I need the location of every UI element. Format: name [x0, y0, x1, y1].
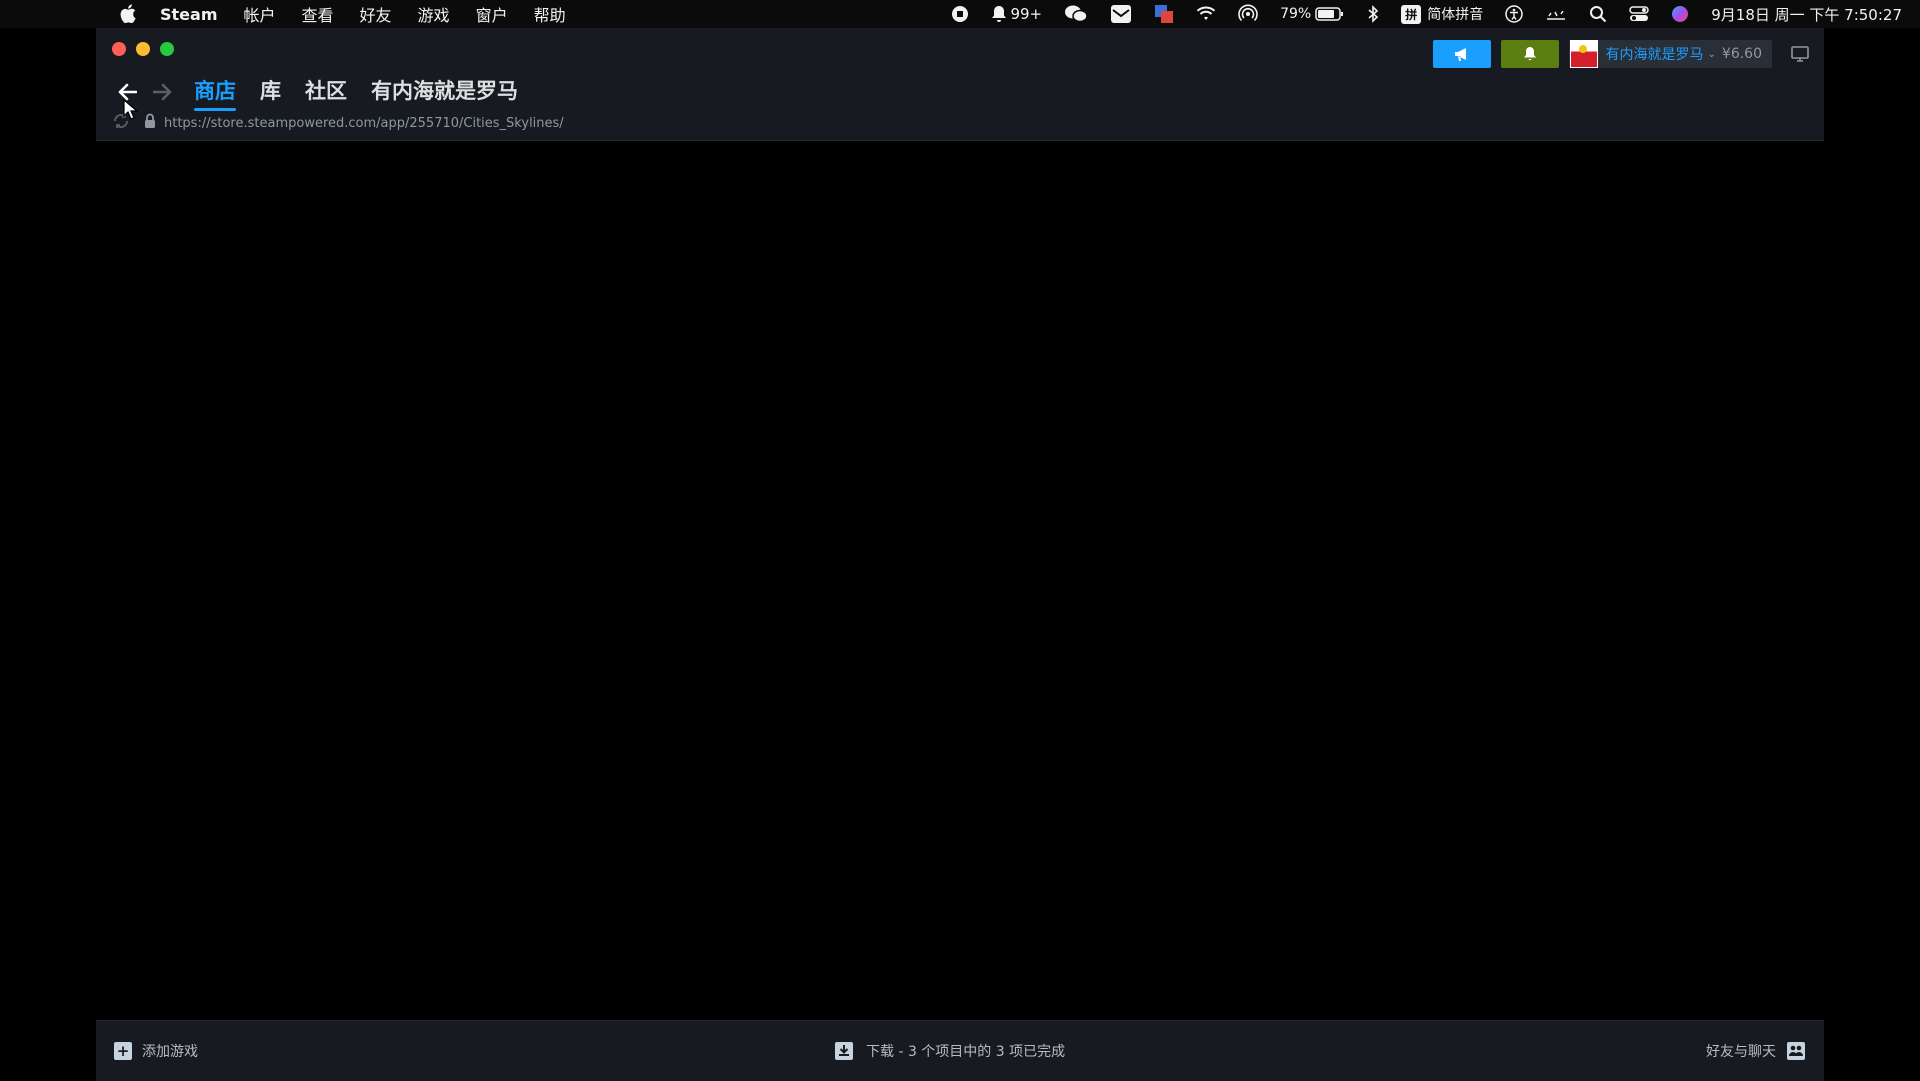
- monitor-icon: [1791, 46, 1809, 62]
- lock-icon: [144, 113, 156, 133]
- avatar: [1569, 40, 1598, 68]
- url-row: https://store.steampowered.com/app/25571…: [112, 112, 564, 134]
- screen-record-icon[interactable]: [951, 5, 969, 23]
- friends-chat-label: 好友与聊天: [1706, 1044, 1776, 1060]
- airdrop-icon[interactable]: [1238, 4, 1258, 24]
- top-right-controls: 有内海就是罗马 ⌄ ¥6.60: [1432, 40, 1810, 68]
- main-tabs: 商店 库 社区 有内海就是罗马: [194, 75, 542, 111]
- spotlight-search-icon[interactable]: [1589, 5, 1607, 23]
- pinyin-icon: 拼: [1401, 4, 1422, 24]
- istat-menu-icon[interactable]: [1545, 6, 1567, 22]
- tab-profile[interactable]: 有内海就是罗马: [371, 75, 518, 109]
- input-method[interactable]: 拼 简体拼音: [1401, 4, 1483, 24]
- big-picture-mode-button[interactable]: [1790, 44, 1810, 64]
- mail-icon[interactable]: [1110, 4, 1132, 24]
- friends-chat-button[interactable]: 好友与聊天: [1706, 1041, 1806, 1061]
- chevron-down-icon: ⌄: [1707, 48, 1716, 60]
- qq-count: 99+: [1010, 5, 1043, 23]
- wechat-icon[interactable]: [1064, 4, 1088, 24]
- menu-account[interactable]: 帐户: [244, 2, 276, 26]
- minimize-window-button[interactable]: [136, 42, 150, 56]
- menu-view[interactable]: 查看: [302, 2, 334, 26]
- mouse-cursor-icon: [123, 99, 139, 120]
- control-center-icon[interactable]: [1629, 5, 1649, 23]
- account-menu[interactable]: 有内海就是罗马 ⌄ ¥6.60: [1568, 40, 1772, 68]
- window-controls: [112, 42, 174, 56]
- tab-community[interactable]: 社区: [305, 75, 347, 109]
- megaphone-icon: [1454, 48, 1466, 61]
- tab-store[interactable]: 商店: [194, 75, 236, 111]
- add-game-label: 添加游戏: [142, 1044, 198, 1060]
- menu-window[interactable]: 窗户: [476, 2, 508, 26]
- close-window-button[interactable]: [112, 42, 126, 56]
- siri-icon[interactable]: [1671, 5, 1689, 23]
- battery-status[interactable]: 79%: [1280, 6, 1345, 22]
- content-area: [96, 141, 1824, 1020]
- notifications-button[interactable]: [1500, 40, 1559, 68]
- plus-icon: +: [114, 1042, 132, 1060]
- announcements-button[interactable]: [1432, 40, 1491, 68]
- download-icon: [835, 1042, 853, 1060]
- wifi-icon[interactable]: [1196, 6, 1216, 22]
- steam-window: 商店 库 社区 有内海就是罗马 https://store.steampower…: [96, 28, 1824, 1081]
- accessibility-icon[interactable]: [1505, 5, 1523, 23]
- translate-app-icon[interactable]: [1154, 4, 1174, 24]
- menu-app-steam[interactable]: Steam: [160, 5, 218, 24]
- friends-icon: [1787, 1042, 1805, 1060]
- menu-friends[interactable]: 好友: [360, 2, 392, 26]
- qq-status[interactable]: 99+: [991, 5, 1042, 23]
- bluetooth-icon[interactable]: [1367, 5, 1379, 23]
- forward-button[interactable]: [148, 77, 178, 107]
- battery-icon: [1315, 7, 1344, 21]
- download-status: 下载 - 3 个项目中的 3 项已完成: [866, 1044, 1066, 1060]
- add-game-button[interactable]: + 添加游戏: [114, 1041, 198, 1061]
- wallet-balance: ¥6.60: [1721, 46, 1762, 62]
- bell-icon: [1523, 47, 1536, 61]
- tab-library[interactable]: 库: [260, 75, 281, 109]
- nav-row: 商店 库 社区 有内海就是罗马: [112, 72, 542, 112]
- maximize-window-button[interactable]: [160, 42, 174, 56]
- url-address[interactable]: https://store.steampowered.com/app/25571…: [164, 116, 564, 131]
- menu-help[interactable]: 帮助: [534, 2, 566, 26]
- qq-bell-icon: [992, 6, 1007, 22]
- apple-icon[interactable]: [120, 4, 136, 23]
- clock[interactable]: 9月18日 周一 下午 7:50:27: [1711, 4, 1902, 25]
- steam-bottom-bar: + 添加游戏 下载 - 3 个项目中的 3 项已完成 好友与聊天: [96, 1020, 1824, 1081]
- battery-percent: 79%: [1280, 6, 1312, 22]
- arrow-right-icon: [153, 83, 172, 101]
- macos-menu-bar: Steam 帐户 查看 好友 游戏 窗户 帮助 99+ 79% 拼 简体拼音 9…: [0, 0, 1920, 28]
- account-name: 有内海就是罗马: [1605, 47, 1704, 63]
- input-method-label: 简体拼音: [1427, 7, 1484, 23]
- menu-games[interactable]: 游戏: [418, 2, 450, 26]
- steam-titlebar: 商店 库 社区 有内海就是罗马 https://store.steampower…: [96, 28, 1824, 141]
- downloads-button[interactable]: 下载 - 3 个项目中的 3 项已完成: [834, 1041, 1065, 1061]
